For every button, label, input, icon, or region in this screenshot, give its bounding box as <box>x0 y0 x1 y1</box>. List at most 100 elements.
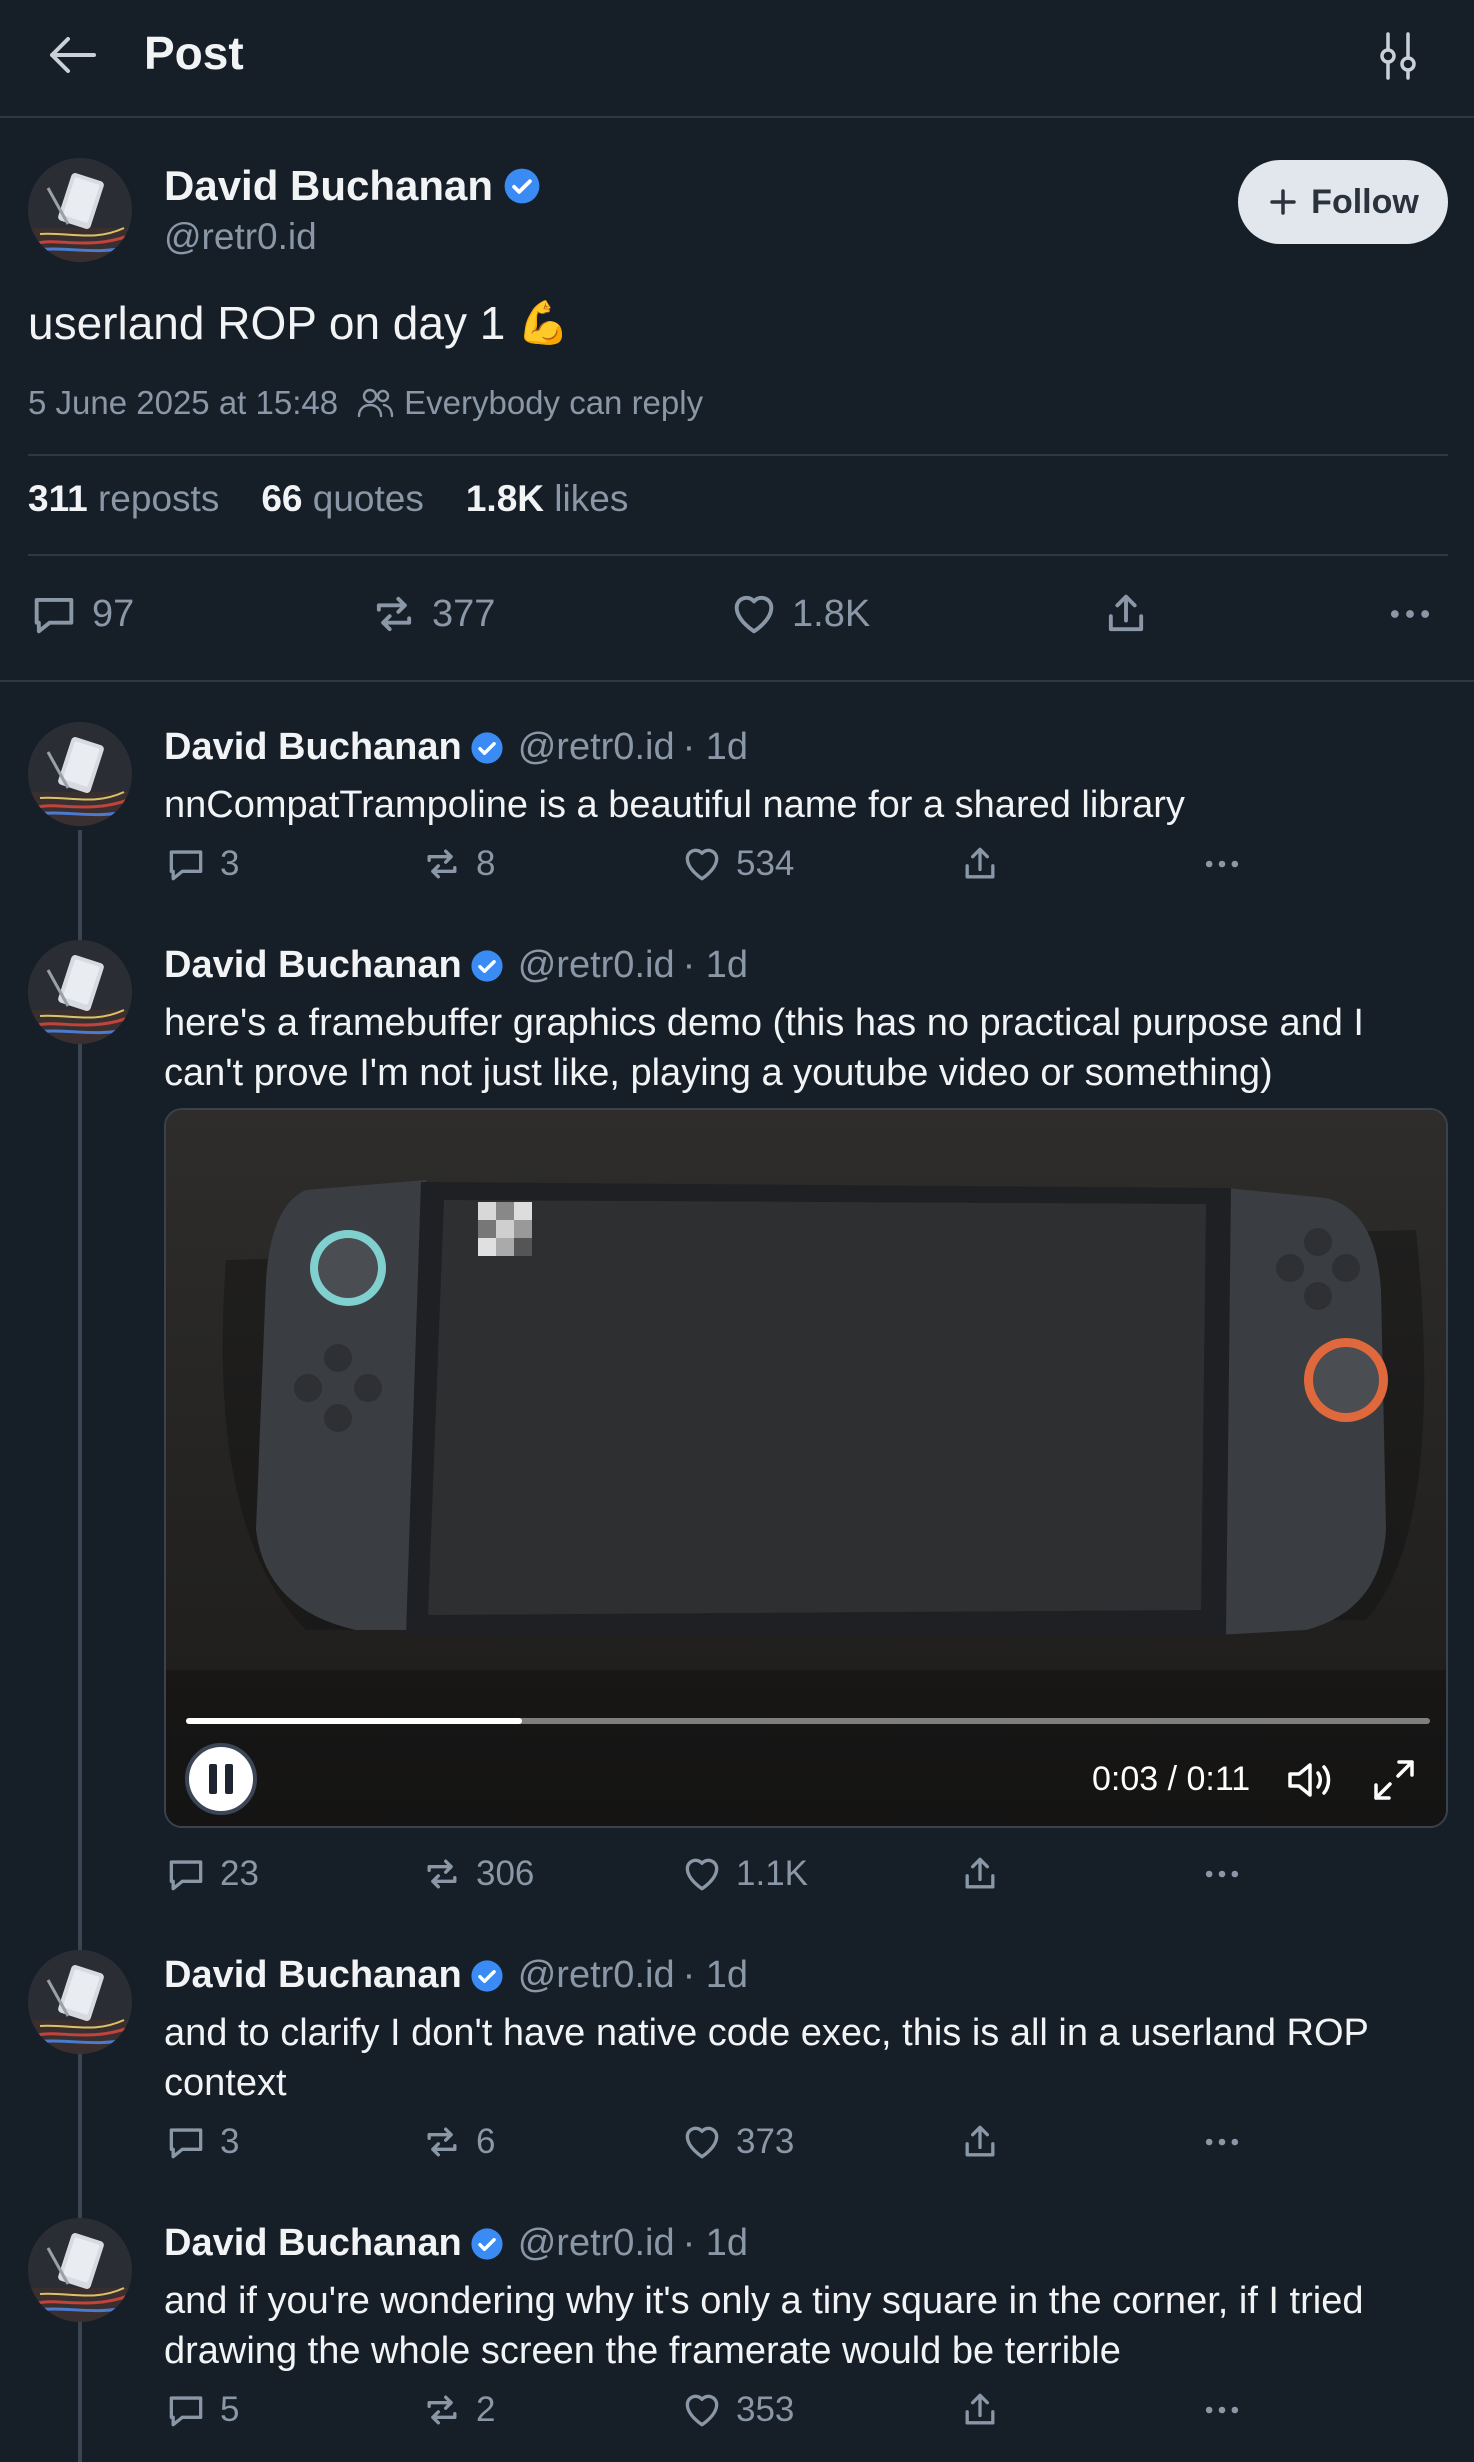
share-icon <box>1100 588 1152 640</box>
avatar-image <box>28 2218 132 2322</box>
speaker-icon <box>1288 1763 1331 1797</box>
avatar-image <box>28 158 132 262</box>
author-name[interactable]: David Buchanan <box>164 2222 462 2265</box>
repost-count: 2 <box>476 2390 496 2429</box>
like-count: 1.8K <box>792 592 871 635</box>
reply-setting: Everybody can reply <box>356 384 703 422</box>
reply-button[interactable]: 3 <box>164 2120 239 2164</box>
fullscreen-button[interactable] <box>1366 1752 1422 1808</box>
likes-stat[interactable]: 1.8K likes <box>466 478 628 520</box>
share-icon <box>958 842 1002 886</box>
repost-button[interactable]: 306 <box>420 1852 534 1896</box>
heart-icon <box>680 2388 724 2432</box>
thread-post[interactable]: David Buchanan @retr0.id · 1d and if you… <box>28 2218 1448 2458</box>
fullscreen-icon <box>1374 1760 1414 1800</box>
more-options-button[interactable] <box>1198 2388 1246 2432</box>
repost-icon <box>420 1852 464 1896</box>
sliders-icon <box>1380 32 1416 80</box>
share-button[interactable] <box>958 2120 1002 2164</box>
repost-button[interactable]: 6 <box>420 2120 495 2164</box>
post-age: · 1d <box>682 2222 749 2264</box>
more-dots-icon <box>1198 2388 1246 2432</box>
more-options-button[interactable] <box>1382 588 1438 640</box>
author-name[interactable]: David Buchanan <box>164 162 541 210</box>
thread-post[interactable]: David Buchanan @retr0.id · 1d here's a f… <box>28 940 1448 1900</box>
author-name[interactable]: David Buchanan <box>164 726 462 769</box>
avatar[interactable] <box>28 940 132 1044</box>
more-options-button[interactable] <box>1198 1852 1246 1896</box>
author-name[interactable]: David Buchanan <box>164 1954 462 1997</box>
video-progress-bar[interactable] <box>186 1718 1430 1724</box>
post-header: David Buchanan @retr0.id · 1d <box>164 1954 748 1997</box>
post-age: · 1d <box>682 1954 749 1996</box>
quotes-count: 66 <box>261 478 303 519</box>
repost-icon <box>368 588 420 640</box>
repost-button[interactable]: 8 <box>420 842 495 886</box>
back-button[interactable] <box>44 30 104 80</box>
reply-button[interactable]: 23 <box>164 1852 259 1896</box>
reply-button[interactable]: 97 <box>28 588 134 640</box>
thread-post[interactable]: David Buchanan @retr0.id · 1d and to cla… <box>28 1950 1448 2180</box>
video-player[interactable]: 0:03 / 0:11 <box>164 1108 1448 1828</box>
like-button[interactable]: 373 <box>680 2120 794 2164</box>
more-options-button[interactable] <box>1198 842 1246 886</box>
author-handle[interactable]: @retr0.id <box>518 726 675 769</box>
quotes-stat[interactable]: 66 quotes <box>261 478 424 520</box>
thread-post[interactable]: David Buchanan @retr0.id · 1d nnCompatTr… <box>28 722 1448 902</box>
engagement-stats: 311 reposts 66 quotes 1.8K likes <box>28 478 628 520</box>
repost-count: 6 <box>476 2122 496 2161</box>
reply-button[interactable]: 3 <box>164 842 239 886</box>
author-name[interactable]: David Buchanan <box>164 944 462 987</box>
reply-count: 97 <box>92 592 135 635</box>
avatar[interactable] <box>28 1950 132 2054</box>
like-count: 373 <box>736 2122 795 2161</box>
reply-count: 3 <box>220 844 240 883</box>
post-age: · 1d <box>682 944 749 986</box>
repost-count: 8 <box>476 844 496 883</box>
repost-button[interactable]: 2 <box>420 2388 495 2432</box>
heart-icon <box>680 842 724 886</box>
share-button[interactable] <box>958 1852 1002 1896</box>
like-button[interactable]: 534 <box>680 842 794 886</box>
follow-label: Follow <box>1311 182 1419 221</box>
more-dots-icon <box>1198 2120 1246 2164</box>
avatar[interactable] <box>28 158 132 262</box>
like-count: 534 <box>736 844 795 883</box>
author-handle[interactable]: @retr0.id <box>518 2222 675 2265</box>
share-button[interactable] <box>958 842 1002 886</box>
repost-count: 377 <box>432 592 496 635</box>
reply-icon <box>164 1852 208 1896</box>
author-handle[interactable]: @retr0.id <box>164 216 317 258</box>
avatar-image <box>28 940 132 1044</box>
avatar[interactable] <box>28 722 132 826</box>
post-actions: 5 2 353 <box>164 2388 1284 2432</box>
like-button[interactable]: 1.1K <box>680 1852 808 1896</box>
verified-badge-icon <box>470 1959 504 1993</box>
pause-button[interactable] <box>184 1742 258 1816</box>
main-post-actions: 97 377 1.8K <box>28 584 1448 644</box>
reply-count: 5 <box>220 2390 240 2429</box>
reply-button[interactable]: 5 <box>164 2388 239 2432</box>
repost-button[interactable]: 377 <box>368 588 495 640</box>
mute-button[interactable] <box>1282 1752 1338 1808</box>
repost-count: 306 <box>476 1854 535 1893</box>
author-handle[interactable]: @retr0.id <box>518 1954 675 1997</box>
thread-options-button[interactable] <box>1370 28 1426 84</box>
post-text: userland ROP on day 1 <box>28 297 506 349</box>
follow-button[interactable]: Follow <box>1238 160 1448 244</box>
author-handle[interactable]: @retr0.id <box>518 944 675 987</box>
pause-icon <box>185 1743 257 1815</box>
reposts-stat[interactable]: 311 reposts <box>28 478 219 520</box>
like-button[interactable]: 353 <box>680 2388 794 2432</box>
post-header: David Buchanan @retr0.id · 1d <box>164 726 748 769</box>
avatar[interactable] <box>28 2218 132 2322</box>
share-button[interactable] <box>958 2388 1002 2432</box>
more-options-button[interactable] <box>1198 2120 1246 2164</box>
post-text: and to clarify I don't have native code … <box>164 2012 1369 2104</box>
reply-count: 3 <box>220 2122 240 2161</box>
reposts-label: reposts <box>97 478 220 519</box>
video-time: 0:03 / 0:11 <box>1092 1760 1251 1798</box>
like-button[interactable]: 1.8K <box>728 588 870 640</box>
more-dots-icon <box>1382 588 1438 640</box>
share-button[interactable] <box>1100 588 1152 640</box>
